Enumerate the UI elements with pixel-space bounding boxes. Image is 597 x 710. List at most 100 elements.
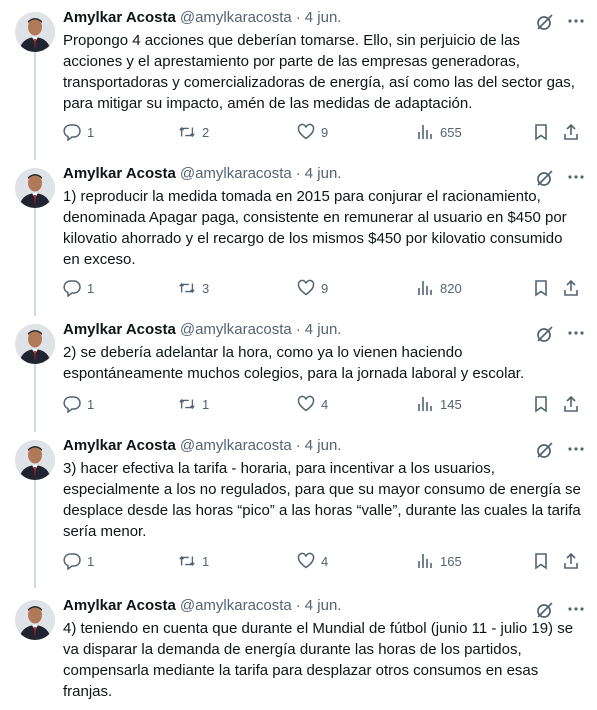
reply-button[interactable]: 1 <box>63 551 94 571</box>
tweet[interactable]: Amylkar Acosta @amylkaracosta · 4 jun. 1… <box>0 164 597 314</box>
like-count: 9 <box>321 124 329 140</box>
repost-count: 1 <box>202 553 210 569</box>
tweet-text: Propongo 4 acciones que deberían tomarse… <box>63 32 575 112</box>
views-icon <box>418 554 432 568</box>
tweet-content: Amylkar Acosta @amylkaracosta · 4 jun. 1… <box>63 164 586 297</box>
author-name[interactable]: Amylkar Acosta <box>63 436 176 456</box>
author-name[interactable]: Amylkar Acosta <box>63 320 176 340</box>
views-button[interactable]: 165 <box>416 551 462 571</box>
grok-icon[interactable] <box>536 13 554 31</box>
like-icon <box>297 395 315 412</box>
more-icon[interactable] <box>566 439 586 459</box>
reply-icon <box>63 280 81 297</box>
reply-count: 1 <box>87 124 95 140</box>
tweet-text: 4) teniendo en cuenta que durante el Mun… <box>63 620 574 700</box>
like-button[interactable]: 4 <box>297 394 328 414</box>
like-button[interactable]: 9 <box>297 278 328 298</box>
reply-count: 1 <box>87 553 95 569</box>
author-handle[interactable]: @amylkaracosta <box>180 436 292 456</box>
share-icon <box>564 552 578 569</box>
share-button[interactable] <box>562 551 580 571</box>
bookmark-icon <box>535 280 547 297</box>
views-count: 655 <box>440 124 462 140</box>
repost-count: 2 <box>202 124 210 140</box>
repost-icon <box>179 126 195 138</box>
views-button[interactable]: 820 <box>416 278 462 298</box>
action-bar: 1 1 4 145 <box>63 394 583 414</box>
share-button[interactable] <box>562 394 580 414</box>
like-button[interactable]: 4 <box>297 551 328 571</box>
action-bar: 1 1 4 165 <box>63 551 583 571</box>
separator: · <box>295 165 301 182</box>
share-button[interactable] <box>562 122 580 142</box>
reply-button[interactable]: 1 <box>63 278 94 298</box>
views-count: 165 <box>440 553 462 569</box>
author-name[interactable]: Amylkar Acosta <box>63 8 176 28</box>
repost-count: 3 <box>202 280 210 296</box>
repost-button[interactable]: 1 <box>178 551 209 571</box>
avatar[interactable] <box>15 168 55 208</box>
like-button[interactable]: 9 <box>297 122 328 142</box>
more-icon[interactable] <box>566 167 586 187</box>
share-icon <box>564 123 578 140</box>
bookmark-button[interactable] <box>532 394 550 414</box>
reply-count: 1 <box>87 280 95 296</box>
repost-icon <box>179 282 195 294</box>
reply-button[interactable]: 1 <box>63 394 94 414</box>
author-name[interactable]: Amylkar Acosta <box>63 164 176 184</box>
grok-icon[interactable] <box>536 325 554 343</box>
avatar[interactable] <box>15 324 55 364</box>
tweet[interactable]: Amylkar Acosta @amylkaracosta · 4 jun. 2… <box>0 320 597 430</box>
action-bar: 1 2 9 655 <box>63 122 583 142</box>
repost-button[interactable]: 2 <box>178 122 209 142</box>
timestamp[interactable]: 4 jun. <box>305 436 342 456</box>
tweet[interactable]: Amylkar Acosta @amylkaracosta · 4 jun. P… <box>0 8 597 158</box>
share-button[interactable] <box>562 278 580 298</box>
tweet-text: 1) reproducir la medida tomada en 2015 p… <box>63 188 567 268</box>
reply-count: 1 <box>87 396 95 412</box>
reply-icon <box>63 124 81 141</box>
like-icon <box>297 123 315 140</box>
avatar[interactable] <box>15 600 55 640</box>
reply-button[interactable]: 1 <box>63 122 94 142</box>
tweet-header: Amylkar Acosta @amylkaracosta · 4 jun. <box>63 596 583 616</box>
views-button[interactable]: 145 <box>416 394 462 414</box>
timestamp[interactable]: 4 jun. <box>305 8 342 28</box>
author-handle[interactable]: @amylkaracosta <box>180 8 292 28</box>
grok-icon[interactable] <box>536 601 554 619</box>
bookmark-button[interactable] <box>532 278 550 298</box>
author-handle[interactable]: @amylkaracosta <box>180 164 292 184</box>
share-icon <box>564 279 578 296</box>
tweet-header: Amylkar Acosta @amylkaracosta · 4 jun. <box>63 320 583 340</box>
views-icon <box>418 397 432 411</box>
timestamp[interactable]: 4 jun. <box>305 596 342 616</box>
author-name[interactable]: Amylkar Acosta <box>63 596 176 616</box>
bookmark-icon <box>535 553 547 570</box>
bookmark-button[interactable] <box>532 551 550 571</box>
tweet[interactable]: Amylkar Acosta @amylkaracosta · 4 jun. 3… <box>0 436 597 586</box>
avatar[interactable] <box>15 440 55 480</box>
tweet-content: Amylkar Acosta @amylkaracosta · 4 jun. P… <box>63 8 586 141</box>
separator: · <box>295 9 301 26</box>
timestamp[interactable]: 4 jun. <box>305 320 342 340</box>
grok-icon[interactable] <box>536 441 554 459</box>
tweet[interactable]: Amylkar Acosta @amylkaracosta · 4 jun. 4… <box>0 596 597 710</box>
grok-icon[interactable] <box>536 169 554 187</box>
repost-button[interactable]: 1 <box>178 394 209 414</box>
more-icon[interactable] <box>566 599 586 619</box>
avatar[interactable] <box>15 12 55 52</box>
author-handle[interactable]: @amylkaracosta <box>180 320 292 340</box>
like-count: 9 <box>321 280 329 296</box>
more-icon[interactable] <box>566 323 586 343</box>
more-icon[interactable] <box>566 11 586 31</box>
views-button[interactable]: 655 <box>416 122 462 142</box>
timestamp[interactable]: 4 jun. <box>305 164 342 184</box>
tweet-text: 3) hacer efectiva la tarifa - horaria, p… <box>63 460 581 540</box>
author-handle[interactable]: @amylkaracosta <box>180 596 292 616</box>
repost-button[interactable]: 3 <box>178 278 209 298</box>
action-bar: 1 3 9 820 <box>63 278 583 298</box>
views-count: 820 <box>440 280 462 296</box>
tweet-content: Amylkar Acosta @amylkaracosta · 4 jun. 3… <box>63 436 586 570</box>
bookmark-icon <box>535 124 547 141</box>
bookmark-button[interactable] <box>532 122 550 142</box>
